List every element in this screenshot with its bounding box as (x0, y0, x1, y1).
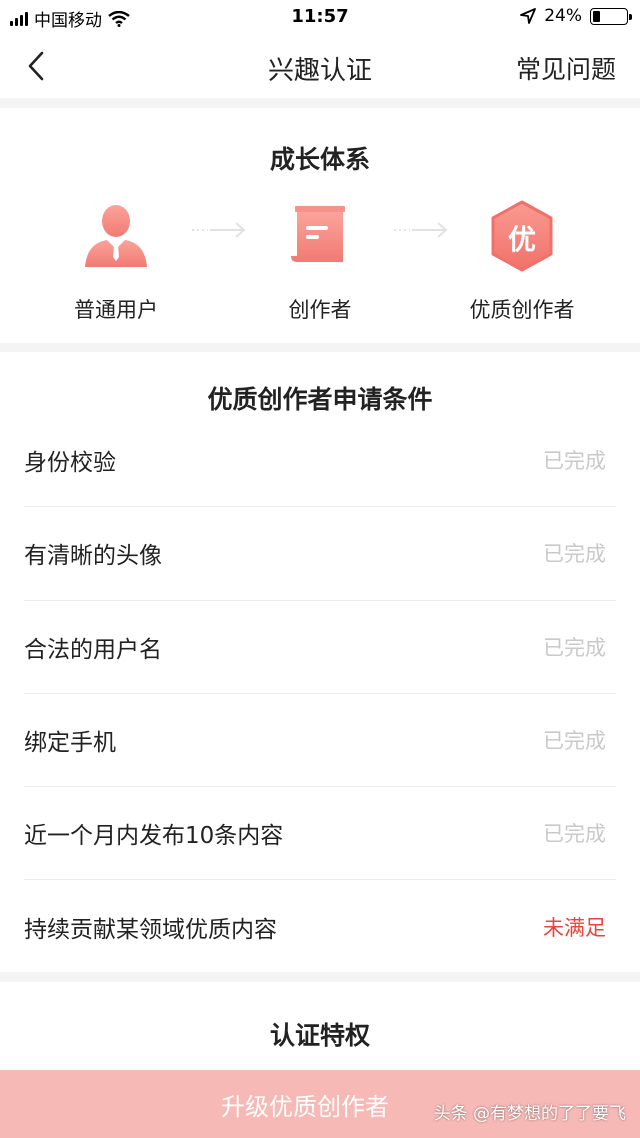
step-label-normal-user: 普通用户 (74, 298, 158, 322)
battery-percent: 24% (544, 6, 582, 26)
condition-label: 绑定手机 (24, 730, 116, 757)
location-arrow-icon (520, 8, 537, 24)
condition-label: 有清晰的头像 (24, 543, 162, 570)
conditions-card: 优质创作者申请条件 身份校验 已完成 有清晰的头像 已完成 合法的用户名 已完成… (0, 352, 640, 972)
document-icon (291, 206, 345, 262)
condition-status: 已完成 (543, 635, 606, 660)
privileges-title: 认证特权 (269, 1021, 370, 1050)
list-item: 近一个月内发布10条内容 已完成 (24, 787, 616, 881)
upgrade-button-label: 升级优质创作者 (221, 1092, 389, 1121)
person-icon (85, 205, 147, 267)
list-item: 持续贡献某领域优质内容 未满足 (24, 880, 616, 973)
growth-system-card: 成长体系 普通用户 创作者 优 优质创作者 (0, 108, 640, 343)
list-item: 合法的用户名 已完成 (24, 601, 616, 694)
screen: 中国移动 11:57 24% 兴趣认证 常见问题 成长体系 普通用户 创作者 优… (0, 0, 640, 1138)
nav-bar: 兴趣认证 常见问题 (0, 34, 640, 98)
growth-title: 成长体系 (269, 145, 370, 174)
quality-badge-text: 优 (507, 223, 536, 256)
list-item: 绑定手机 已完成 (24, 694, 616, 788)
condition-status: 已完成 (543, 729, 606, 754)
conditions-list: 身份校验 已完成 有清晰的头像 已完成 合法的用户名 已完成 绑定手机 已完成 … (24, 414, 616, 974)
list-item: 身份校验 已完成 (24, 414, 616, 508)
list-item: 有清晰的头像 已完成 (24, 507, 616, 601)
step-normal-user: 普通用户 (26, 196, 206, 324)
faq-link[interactable]: 常见问题 (516, 50, 616, 86)
step-creator: 创作者 (230, 196, 410, 324)
condition-label: 合法的用户名 (24, 636, 162, 663)
condition-label: 近一个月内发布10条内容 (24, 823, 284, 850)
condition-status: 已完成 (543, 822, 606, 847)
step-quality-creator: 优 优质创作者 (432, 196, 612, 324)
condition-status: 已完成 (543, 449, 606, 474)
condition-status: 已完成 (543, 542, 606, 567)
status-bar: 中国移动 11:57 24% (0, 0, 640, 34)
watermark: 头条 @有梦想的了了要飞 (433, 1104, 626, 1124)
condition-label: 持续贡献某领域优质内容 (24, 917, 277, 944)
conditions-title: 优质创作者申请条件 (207, 385, 433, 414)
battery-icon (590, 7, 632, 25)
condition-status-unmet: 未满足 (543, 916, 606, 941)
step-label-creator: 创作者 (288, 298, 352, 322)
step-label-quality-creator: 优质创作者 (469, 298, 575, 322)
condition-label: 身份校验 (24, 450, 116, 477)
back-chevron-icon[interactable] (18, 48, 54, 84)
status-right: 24% (520, 6, 632, 26)
